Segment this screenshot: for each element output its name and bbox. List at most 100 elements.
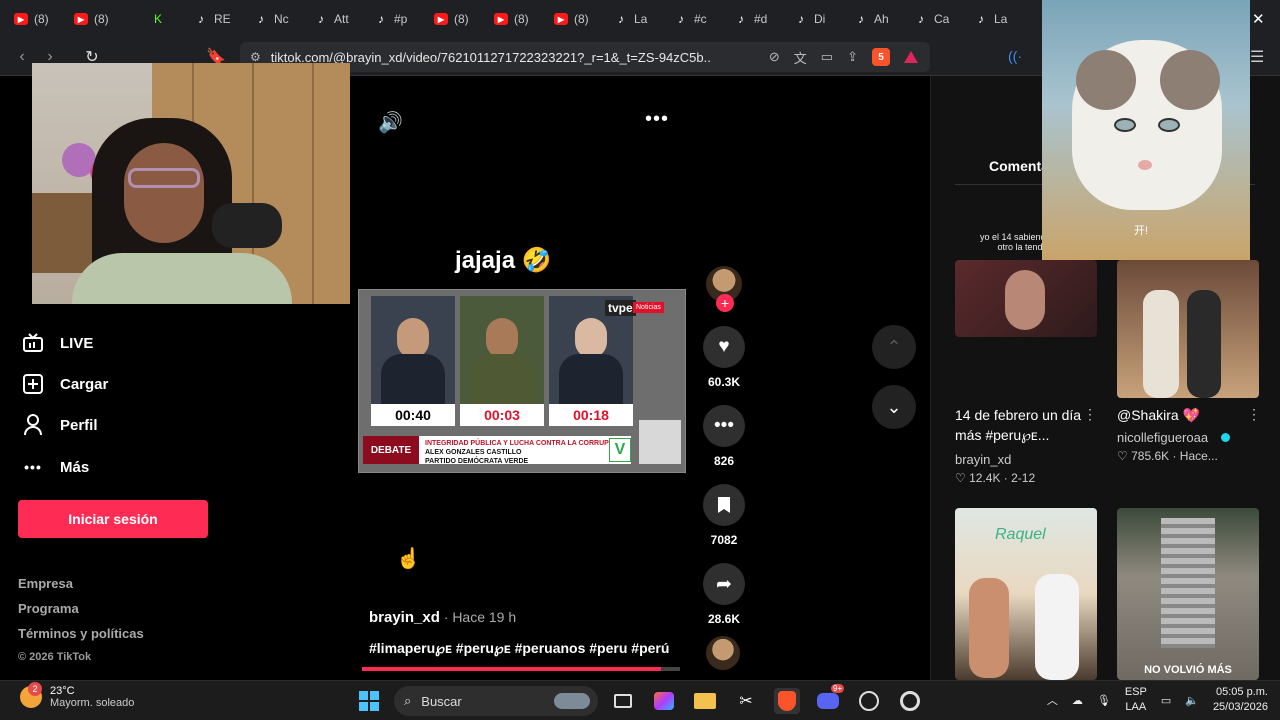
footer-link-program[interactable]: Programa xyxy=(18,601,144,616)
browser-tab[interactable]: ▶ (8) xyxy=(428,5,488,33)
video-hashtags[interactable]: #limaperu℘ᴇ #peru℘ᴇ #peruanos #peru #per… xyxy=(369,640,669,657)
card-user[interactable]: nicollefigueroaa xyxy=(1117,430,1208,445)
heart-icon[interactable]: ♥ xyxy=(703,326,745,368)
bookmark-icon[interactable] xyxy=(703,484,745,526)
no-tracking-icon[interactable]: ⊘ xyxy=(769,49,780,65)
browser-tab[interactable]: ♪ Ah xyxy=(848,5,908,33)
lang-layout: LAA xyxy=(1125,701,1147,713)
next-video-button[interactable]: ⌄ xyxy=(872,385,916,429)
sidebar-item-live[interactable]: LIVE xyxy=(22,332,93,354)
browser-tab[interactable]: ▶ (8) xyxy=(548,5,608,33)
sun-icon: 2 xyxy=(20,682,42,708)
browser-tab[interactable]: K xyxy=(128,5,188,33)
card-title[interactable]: 14 de febrero un día más #peru℘ᴇ... xyxy=(955,405,1085,445)
browser-tab[interactable]: ♪ La xyxy=(608,5,668,33)
tiktok-icon: ♪ xyxy=(974,12,988,26)
share-icon[interactable]: ⇪ xyxy=(847,49,858,65)
taskbar-search[interactable]: ⌕ Buscar xyxy=(394,686,598,716)
browser-tab[interactable]: ▶ (8) xyxy=(8,5,68,33)
like-action[interactable]: ♥ 60.3K xyxy=(703,326,745,389)
browser-tab[interactable]: ♪ #p xyxy=(368,5,428,33)
translate-icon[interactable]: 文 xyxy=(794,48,807,67)
browser-tab[interactable]: ♪ Di xyxy=(788,5,848,33)
comment-icon[interactable]: ••• xyxy=(703,405,745,447)
onedrive-icon[interactable]: ☁ xyxy=(1072,694,1083,707)
card-title[interactable]: @Shakira 💖 xyxy=(1117,405,1247,425)
windows-start-icon[interactable] xyxy=(356,688,382,714)
sidebar-item-more[interactable]: ••• Más xyxy=(22,456,89,478)
tiktok-icon: ♪ xyxy=(614,12,628,26)
microphone xyxy=(212,203,282,248)
video-thumbnail[interactable]: NO VOLVIÓ MÁS xyxy=(1117,508,1259,680)
browser-tab[interactable]: ♪ #c xyxy=(668,5,728,33)
next-creator-avatar[interactable] xyxy=(706,636,740,670)
share-action[interactable]: ➦ 28.6K xyxy=(703,563,745,626)
browser-tab[interactable]: ♪ Ca xyxy=(908,5,968,33)
author-name[interactable]: brayin_xd xyxy=(369,609,440,626)
progress-fill xyxy=(362,667,661,671)
video-progress-bar[interactable] xyxy=(362,667,680,671)
party-name: PARTIDO DEMÓCRATA VERDE xyxy=(425,458,529,465)
brave-rewards-icon[interactable] xyxy=(904,51,918,63)
kebab-icon[interactable]: ⋮ xyxy=(1083,406,1097,423)
kebab-icon[interactable]: ⋮ xyxy=(1247,406,1261,423)
login-button[interactable]: Iniciar sesión xyxy=(18,500,208,538)
save-action[interactable]: 7082 xyxy=(703,484,745,547)
browser-tab[interactable]: ▶ (8) xyxy=(68,5,128,33)
video-player[interactable]: 🔊 ••• jajaja 🤣 00:40 00:03 00:18 tvpe No… xyxy=(350,76,930,680)
menu-icon[interactable]: ☰ xyxy=(1250,47,1264,67)
language-indicator[interactable]: ESP LAA xyxy=(1125,685,1147,715)
brave-shield-icon[interactable]: 5 xyxy=(872,48,890,66)
close-window-button[interactable]: ✕ xyxy=(1252,10,1265,28)
wifi-sync-icon[interactable]: ((· xyxy=(1008,48,1022,64)
topic-text: INTEGRIDAD PÚBLICA Y LUCHA CONTRA LA COR… xyxy=(425,440,627,447)
creator-avatar[interactable]: + xyxy=(706,266,742,312)
discord-icon[interactable]: 9+ xyxy=(815,684,845,714)
party-logo: V xyxy=(609,438,631,462)
video-author[interactable]: brayin_xd · Hace 19 h xyxy=(369,609,516,626)
clock[interactable]: 05:05 p.m. 25/03/2026 xyxy=(1213,685,1268,715)
task-view-icon[interactable] xyxy=(610,688,636,714)
browser-tab[interactable]: ♪ Nc xyxy=(248,5,308,33)
weather-widget[interactable]: 2 23°C Mayorm. soleado xyxy=(20,682,134,709)
app-icon[interactable] xyxy=(897,688,923,714)
cat-eye xyxy=(1158,118,1180,132)
capcut-icon[interactable]: ✂ xyxy=(733,688,759,714)
video-thumbnail[interactable] xyxy=(1117,260,1259,398)
browser-tab[interactable]: ▶ (8) xyxy=(488,5,548,33)
footer-link-company[interactable]: Empresa xyxy=(18,576,144,591)
card-user[interactable]: brayin_xd xyxy=(955,452,1011,467)
cat-patch xyxy=(1076,50,1136,110)
share-arrow-icon[interactable]: ➦ xyxy=(703,563,745,605)
browser-tab[interactable]: ♪ Att xyxy=(308,5,368,33)
speaker-icon[interactable]: 🔈 xyxy=(1185,694,1199,707)
browser-tab[interactable]: ♪ RE xyxy=(188,5,248,33)
browser-tab[interactable]: ♪ La xyxy=(968,5,1028,33)
browser-tab[interactable]: ♪ #d xyxy=(728,5,788,33)
tiktok-icon: ♪ xyxy=(314,12,328,26)
comment-action[interactable]: ••• 826 xyxy=(703,405,745,468)
network-icon[interactable]: ▭ xyxy=(1161,694,1171,707)
site-info-icon[interactable]: ⚙ xyxy=(250,50,261,64)
video-thumbnail[interactable]: Raquel xyxy=(955,508,1097,680)
follow-plus-icon[interactable]: + xyxy=(716,294,734,312)
tab-comments[interactable]: Comenta xyxy=(989,158,1049,174)
video-thumbnail[interactable] xyxy=(955,260,1097,337)
footer-link-terms[interactable]: Términos y políticas xyxy=(18,626,144,641)
video-frame[interactable]: 00:40 00:03 00:18 tvpe Noticias DEBATE I… xyxy=(358,289,686,473)
browser-tab-label: Nc xyxy=(274,12,289,26)
sidebar-item-upload[interactable]: Cargar xyxy=(22,373,108,395)
brave-browser-icon[interactable] xyxy=(774,688,800,714)
sidebar-item-profile[interactable]: Perfil xyxy=(22,414,98,436)
video-caption: jajaja 🤣 xyxy=(455,247,552,274)
previous-video-button[interactable]: ⌃ xyxy=(872,325,916,369)
m365-icon[interactable] xyxy=(651,688,677,714)
cast-icon[interactable]: ▭ xyxy=(821,49,833,65)
microphone-icon[interactable]: 🎙 xyxy=(1097,694,1111,707)
video-options-icon[interactable]: ••• xyxy=(645,108,669,131)
browser-tab-label: K xyxy=(154,12,163,26)
chevron-up-icon[interactable]: ︿ xyxy=(1047,692,1058,708)
volume-icon[interactable]: 🔊 xyxy=(378,110,403,135)
obs-icon[interactable] xyxy=(856,688,882,714)
file-explorer-icon[interactable] xyxy=(692,688,718,714)
